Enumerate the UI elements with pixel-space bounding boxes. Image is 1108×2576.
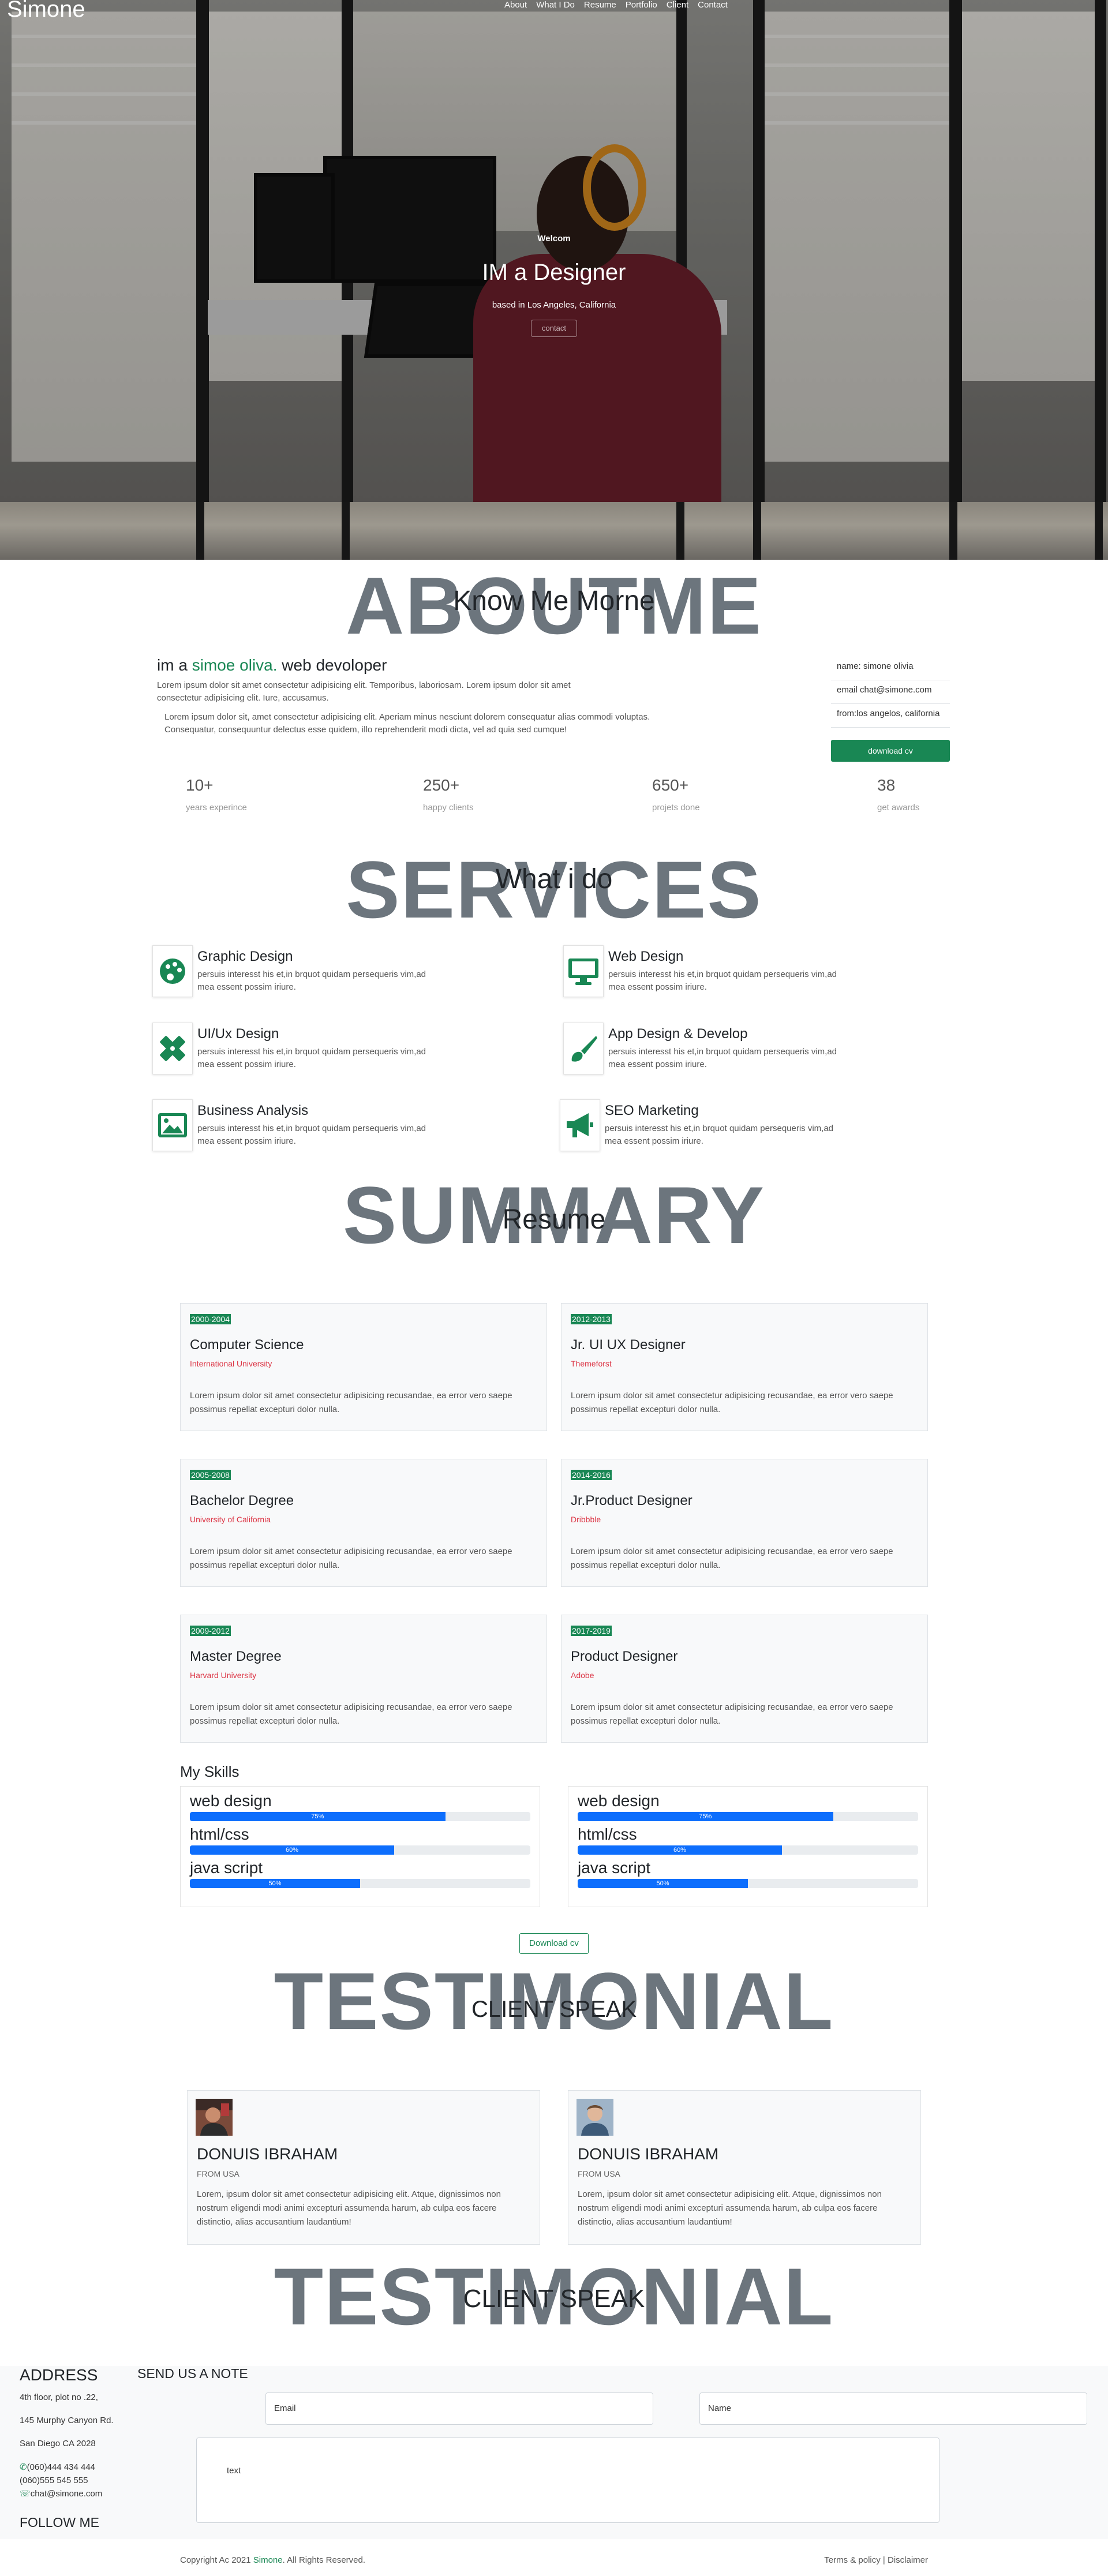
skill-progress: 50% [190, 1879, 360, 1888]
skills-card-left: web design 75% html/css 60% java script … [180, 1786, 540, 1907]
testimonial-subheading: CLIENT SPEAK [471, 1997, 637, 2022]
about-paragraph-2: Lorem ipsum dolor sit, amet consectetur … [164, 712, 650, 735]
hero-section: Simone About What I Do Resume Portfolio … [0, 0, 1108, 560]
resume-card: 2005-2008 Bachelor Degree University of C… [180, 1459, 547, 1587]
info-name: name: simone olivia [831, 657, 950, 680]
resume-download-cv-button[interactable]: Download cv [519, 1933, 589, 1954]
about-heading: im a simoe oliva. web devoloper [157, 656, 387, 674]
nav-client[interactable]: Client [667, 0, 688, 10]
address-line: 4th floor, plot no .22, [20, 2392, 98, 2402]
stat-years: 10+ years experince [186, 776, 247, 813]
phone-icon: ✆ [20, 2462, 27, 2472]
hero-subtitle: based in Los Angeles, California [492, 300, 616, 310]
name-input[interactable]: Name [699, 2392, 1087, 2425]
skill-progress: 75% [578, 1812, 833, 1821]
desktop-icon [563, 945, 604, 997]
image-icon [152, 1099, 193, 1151]
hero-title: IM a Designer [482, 260, 626, 285]
skills-card-right: web design 75% html/css 60% java script … [568, 1786, 928, 1907]
follow-me-title: FOLLOW ME [20, 2515, 100, 2530]
message-textarea[interactable]: text [196, 2438, 939, 2523]
resume-card: 2000-2004 Computer Science International … [180, 1303, 547, 1431]
skill-progress: 60% [578, 1845, 782, 1855]
download-cv-button[interactable]: download cv [831, 740, 950, 762]
skill-java-script: java script 50% [578, 1859, 918, 1888]
email-input[interactable]: Email [265, 2392, 653, 2425]
skill-html-css: html/css 60% [190, 1826, 530, 1855]
service-uiux-design[interactable]: UI/Ux Design persuis interesst his et,in… [152, 1023, 441, 1074]
about-paragraph-1: Lorem ipsum dolor sit amet consectetur a… [157, 680, 571, 703]
resume-card: 2014-2016 Jr.Product Designer Dribbble Lor… [561, 1459, 928, 1587]
megaphone-icon [560, 1099, 600, 1151]
email-line: ☏chat@simone.com [20, 2489, 103, 2499]
testimonial-card: DONUIS IBRAHAM FROM USA Lorem, ipsum dol… [187, 2090, 540, 2245]
stat-clients: 250+ happy clients [423, 776, 474, 813]
nav-what-i-do[interactable]: What I Do [536, 0, 575, 10]
nav-about[interactable]: About [504, 0, 527, 10]
address-line: 145 Murphy Canyon Rd. [20, 2416, 114, 2425]
nav-portfolio[interactable]: Portfolio [626, 0, 657, 10]
skill-web-design: web design 75% [578, 1792, 918, 1821]
skill-web-design: web design 75% [190, 1792, 530, 1821]
info-email: email chat@simone.com [831, 680, 950, 704]
skill-progress: 50% [578, 1879, 748, 1888]
main-nav: About What I Do Resume Portfolio Client … [504, 0, 728, 10]
skill-progress: 75% [190, 1812, 446, 1821]
nav-contact[interactable]: Contact [698, 0, 728, 10]
service-seo-marketing[interactable]: SEO Marketing persuis interesst his et,i… [560, 1099, 848, 1151]
palette-icon [152, 945, 193, 997]
brand-logo[interactable]: Simone [7, 0, 85, 23]
copyright-link[interactable]: Simone [253, 2555, 283, 2565]
resume-card: 2009-2012 Master Degree Harvard Universit… [180, 1615, 547, 1743]
testimonial-card: DONUIS IBRAHAM FROM USA Lorem, ipsum dol… [568, 2090, 921, 2245]
info-from: from:los angelos, california [831, 704, 950, 728]
avatar [196, 2099, 233, 2136]
skills-title: My Skills [180, 1763, 239, 1780]
resume-card: 2017-2019 Product Designer Adobe Lorem ips… [561, 1615, 928, 1743]
copyright: Copyright Ac 2021 Simone. All Rights Res… [180, 2555, 366, 2565]
stat-awards: 38 get awards [877, 776, 920, 813]
address-line: San Diego CA 2028 [20, 2439, 96, 2448]
address-title: ADDRESS [20, 2366, 98, 2384]
service-app-design[interactable]: App Design & Develop persuis interesst h… [563, 1023, 852, 1074]
service-business-analysis[interactable]: Business Analysis persuis interesst his … [152, 1099, 441, 1151]
about-info-list: name: simone olivia email chat@simone.co… [831, 657, 950, 728]
hero-welcome: Welcom [537, 234, 571, 244]
resume-subheading: Resume [502, 1204, 606, 1235]
skill-html-css: html/css 60% [578, 1826, 918, 1855]
service-graphic-design[interactable]: Graphic Design persuis interesst his et,… [152, 945, 441, 997]
service-web-design[interactable]: Web Design persuis interesst his et,in b… [563, 945, 852, 997]
phone-line: ✆(060)444 434 444 [20, 2462, 96, 2472]
about-subheading: Know Me Morne [453, 586, 655, 616]
stat-projects: 650+ projets done [652, 776, 700, 813]
send-note-title: SEND US A NOTE [137, 2366, 248, 2381]
skill-progress: 60% [190, 1845, 394, 1855]
nav-resume[interactable]: Resume [584, 0, 616, 10]
phone-line: (060)555 545 555 [20, 2476, 88, 2485]
paint-brush-icon [563, 1023, 604, 1074]
services-subheading: What i do [495, 864, 613, 894]
avatar [577, 2099, 613, 2136]
pencil-ruler-icon [152, 1023, 193, 1074]
contact-subheading: CLIENT SPEAK [463, 2285, 645, 2313]
whatsapp-icon: ☏ [20, 2489, 31, 2499]
resume-card: 2012-2013 Jr. UI UX Designer Themeforst Lo… [561, 1303, 928, 1431]
terms-links[interactable]: Terms & policy | Disclaimer [824, 2555, 928, 2565]
about-name: simoe oliva. [192, 656, 278, 674]
hero-contact-button[interactable]: contact [531, 320, 577, 337]
skill-java-script: java script 50% [190, 1859, 530, 1888]
